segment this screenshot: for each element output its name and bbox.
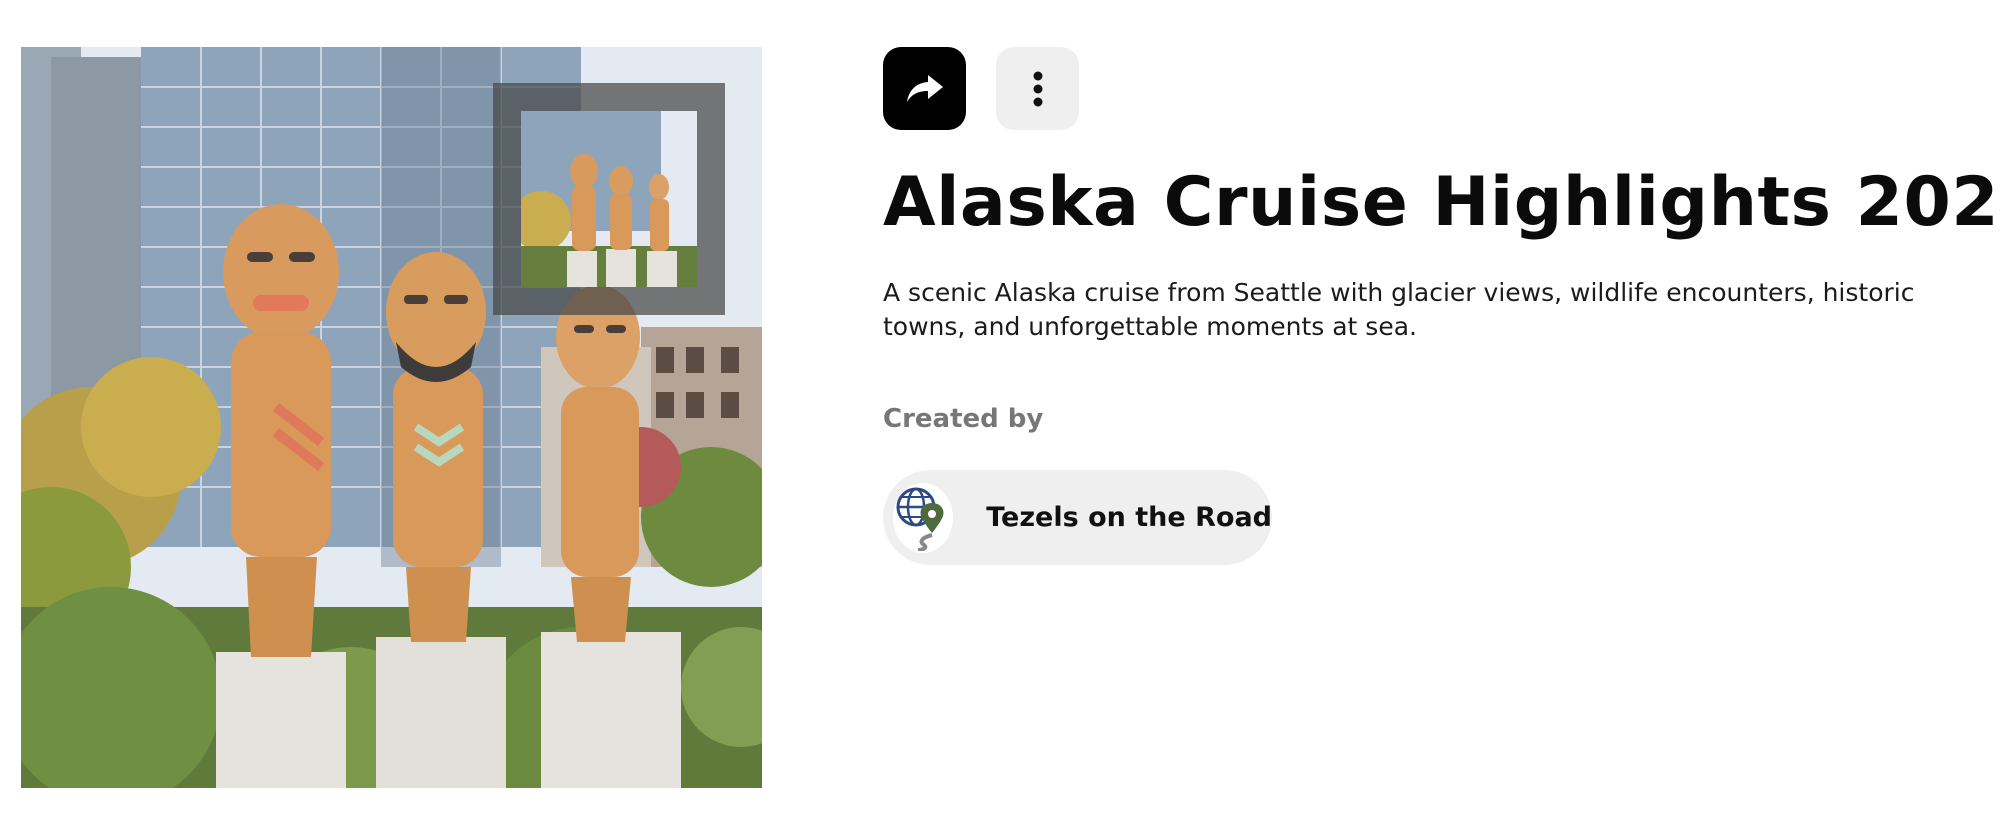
avatar: [893, 482, 954, 553]
pin-image[interactable]: [21, 47, 762, 788]
created-by-label: Created by: [883, 404, 1044, 434]
globe-location-pin-icon: [896, 487, 944, 551]
pin-title: Alaska Cruise Highlights 2025: [883, 163, 2000, 242]
pin-description: A scenic Alaska cruise from Seattle with…: [883, 278, 1915, 341]
share-button[interactable]: [883, 47, 966, 130]
share-arrow-icon: [906, 74, 943, 102]
creator-profile-chip[interactable]: Tezels on the Road: [883, 470, 1272, 565]
thumbnail-overlay: [493, 83, 725, 315]
more-options-button[interactable]: [996, 47, 1079, 130]
creator-name: Tezels on the Road: [986, 502, 1272, 533]
more-vertical-dots-icon: [1033, 71, 1042, 106]
thumbnail-image: [521, 111, 697, 287]
